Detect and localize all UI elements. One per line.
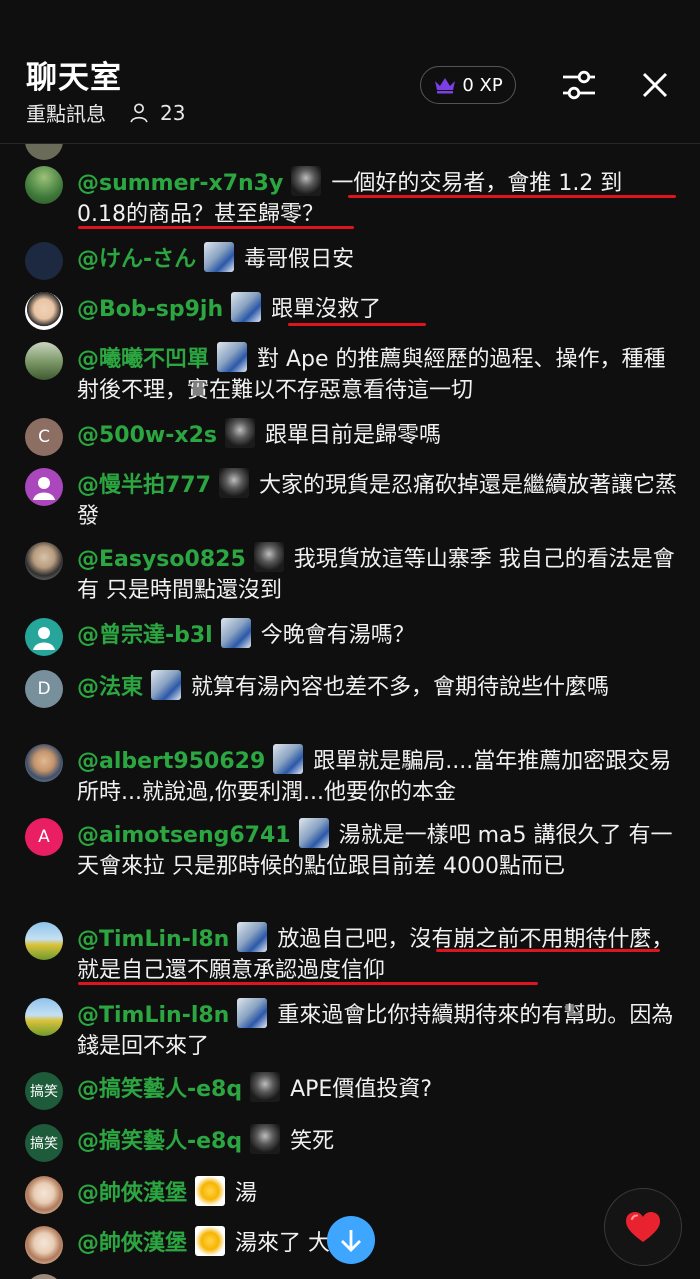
avatar — [25, 618, 63, 656]
avatar: A — [25, 818, 63, 856]
author-name[interactable]: @Bob-sp9jh — [77, 297, 223, 322]
viewer-count: 23 — [160, 100, 186, 125]
author-name[interactable]: @搞笑藝人-e8q — [77, 1129, 242, 1154]
person-icon — [130, 102, 148, 122]
author-name[interactable]: @500w-x2s — [77, 423, 217, 448]
member-badge-icon — [273, 744, 304, 774]
avatar — [25, 1226, 63, 1264]
member-badge-icon — [250, 1124, 281, 1154]
member-badge-icon — [298, 818, 329, 848]
member-badge-icon — [253, 542, 284, 572]
heart-icon — [626, 1212, 660, 1242]
message-text: 湯 — [235, 1181, 258, 1206]
member-badge-icon — [224, 418, 255, 448]
author-name[interactable]: @aimotseng6741 — [77, 823, 291, 848]
sliders-icon[interactable] — [560, 66, 598, 104]
chat-mode-row[interactable]: 重點訊息 23 — [26, 98, 185, 127]
member-badge-icon — [151, 670, 182, 700]
scroll-to-latest-button[interactable] — [327, 1216, 375, 1264]
annotation-underline — [436, 949, 660, 952]
avatar — [25, 922, 63, 960]
author-name[interactable]: @帥俠漢堡 — [77, 1231, 187, 1256]
avatar — [25, 292, 63, 330]
annotation-underline — [288, 323, 426, 326]
annotation-underline — [348, 195, 676, 198]
avatar — [25, 1176, 63, 1214]
member-badge-icon — [204, 242, 235, 272]
member-badge-icon — [217, 342, 248, 372]
xp-label: 0 XP — [462, 74, 503, 96]
avatar — [25, 342, 63, 380]
avatar — [25, 744, 63, 782]
reaction-button[interactable] — [604, 1188, 682, 1266]
avatar — [25, 166, 63, 204]
member-badge-icon — [237, 922, 268, 952]
message-text: 跟單沒救了 — [271, 297, 382, 322]
author-name[interactable]: @曦曦不凹單 — [77, 347, 209, 372]
close-icon[interactable] — [638, 68, 672, 102]
annotation-underline — [78, 982, 538, 985]
message-text: 毒哥假日安 — [244, 247, 355, 272]
member-badge-icon — [218, 468, 249, 498]
chat-header: 聊天室 重點訊息 23 0 XP — [0, 0, 700, 144]
avatar: D — [25, 670, 63, 708]
avatar — [25, 144, 63, 160]
author-name[interactable]: @帥俠漢堡 — [77, 1181, 187, 1206]
member-badge-icon — [231, 292, 262, 322]
avatar — [25, 1274, 63, 1279]
member-badge-icon — [250, 1072, 281, 1102]
xp-button[interactable]: 0 XP — [420, 66, 516, 104]
message-text: 笑死 — [290, 1129, 335, 1154]
avatar: 搞笑 — [25, 1072, 63, 1110]
annotation-underline — [78, 226, 354, 229]
avatar — [25, 998, 63, 1036]
author-name[interactable]: @曾宗達-b3l — [77, 623, 213, 648]
member-badge-icon — [220, 618, 251, 648]
author-name[interactable]: @summer-x7n3y — [77, 171, 283, 196]
arrow-down-icon — [341, 1230, 361, 1252]
author-name[interactable]: @TimLin-l8n — [77, 927, 229, 952]
message-text: 跟單目前是歸零嗎 — [264, 423, 441, 448]
author-name[interactable]: @慢半拍777 — [77, 473, 211, 498]
message-text: APE價值投資? — [290, 1077, 433, 1102]
member-badge-icon — [195, 1176, 226, 1206]
crown-icon — [435, 78, 456, 94]
member-badge-icon — [237, 998, 268, 1028]
avatar — [25, 242, 63, 280]
avatar: C — [25, 418, 63, 456]
avatar — [25, 468, 63, 506]
author-name[interactable]: @法東 — [77, 675, 143, 700]
message-text: 就算有湯內容也差不多，會期待說些什麼嗎 — [191, 675, 610, 700]
author-name[interactable]: @Easyso0825 — [77, 547, 246, 572]
author-name[interactable]: @けん-さん — [77, 247, 196, 272]
author-name[interactable]: @TimLin-l8n — [77, 1003, 229, 1028]
member-badge-icon — [195, 1226, 226, 1256]
member-badge-icon — [291, 166, 322, 196]
avatar: 搞笑 — [25, 1124, 63, 1162]
author-name[interactable]: @搞笑藝人-e8q — [77, 1077, 242, 1102]
chat-message-list[interactable]: @summer-x7n3y 一個好的交易者，會推 1.2 到 0.18的商品？甚至… — [0, 144, 700, 1279]
message-text: 今晚會有湯嗎？ — [260, 623, 415, 648]
avatar — [25, 542, 63, 580]
author-name[interactable]: @albert950629 — [77, 749, 265, 774]
page-title: 聊天室 — [26, 60, 122, 96]
chat-mode-label[interactable]: 重點訊息 — [26, 98, 106, 127]
